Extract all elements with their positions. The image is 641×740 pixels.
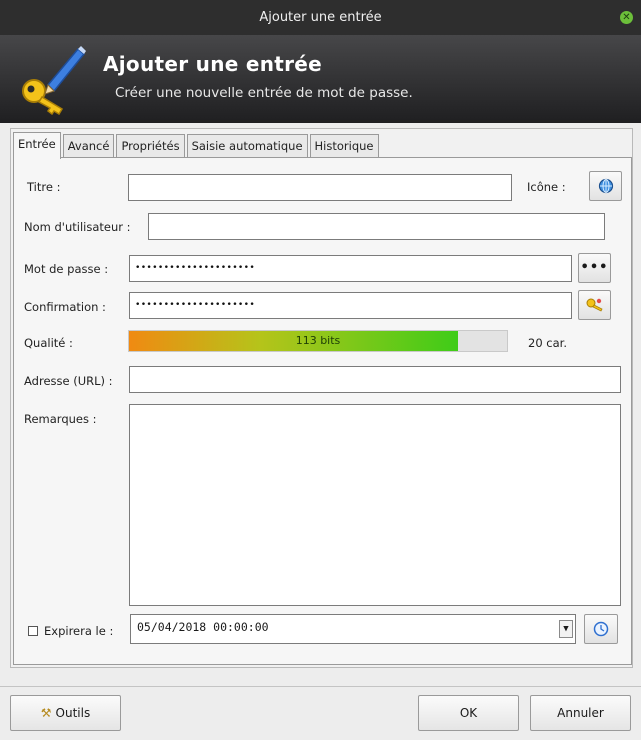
- close-icon[interactable]: ✕: [620, 11, 633, 24]
- dots-icon: •••: [580, 260, 609, 275]
- expires-label: Expirera le :: [44, 624, 114, 638]
- banner-title: Ajouter une entrée: [103, 52, 323, 76]
- tab-saisie-automatique[interactable]: Saisie automatique: [186, 134, 308, 158]
- tab-proprietes[interactable]: Propriétés: [116, 134, 185, 158]
- password-label: Mot de passe :: [24, 262, 109, 276]
- tab-strip: Entrée Avancé Propriétés Saisie automati…: [13, 132, 381, 159]
- quality-bar: 113 bits: [128, 330, 508, 352]
- entry-icon-button[interactable]: [589, 171, 622, 201]
- icon-label: Icône :: [527, 180, 566, 194]
- username-label: Nom d'utilisateur :: [24, 220, 131, 234]
- username-field[interactable]: [148, 213, 605, 240]
- notes-field[interactable]: [129, 404, 621, 606]
- expires-checkbox[interactable]: [28, 626, 38, 636]
- wrench-icon: ⚒: [40, 706, 52, 720]
- dialog-banner: Ajouter une entrée Créer une nouvelle en…: [0, 35, 641, 123]
- ok-button[interactable]: OK: [418, 695, 519, 731]
- cancel-button[interactable]: Annuler: [530, 695, 631, 731]
- expires-datetime[interactable]: 05/04/2018 00:00:00 ▼: [130, 614, 576, 644]
- title-field[interactable]: [128, 174, 512, 201]
- expires-preset-button[interactable]: [584, 614, 618, 644]
- url-field[interactable]: [129, 366, 621, 393]
- quality-label: Qualité :: [24, 336, 73, 350]
- key-pen-icon: [22, 46, 86, 115]
- tab-historique[interactable]: Historique: [309, 134, 379, 158]
- char-count: 20 car.: [528, 336, 567, 350]
- banner-subtitle: Créer une nouvelle entrée de mot de pass…: [115, 85, 413, 101]
- generate-password-button[interactable]: [578, 290, 611, 320]
- url-label: Adresse (URL) :: [24, 374, 113, 388]
- key-generate-icon: [586, 298, 603, 312]
- tools-label: Outils: [55, 706, 91, 720]
- tab-avance[interactable]: Avancé: [62, 134, 115, 158]
- window-title: Ajouter une entrée: [259, 10, 382, 25]
- confirm-field[interactable]: •••••••••••••••••••••: [129, 292, 572, 319]
- title-label: Titre :: [27, 180, 61, 194]
- clock-icon: [593, 621, 609, 637]
- notes-label: Remarques :: [24, 412, 97, 426]
- show-password-button[interactable]: •••: [578, 253, 611, 283]
- chevron-down-icon[interactable]: ▼: [559, 620, 573, 638]
- footer-separator: [0, 686, 641, 687]
- confirm-label: Confirmation :: [24, 300, 106, 314]
- window-titlebar: Ajouter une entrée ✕: [0, 0, 641, 35]
- quality-bits: 113 bits: [295, 334, 341, 347]
- expires-value: 05/04/2018 00:00:00: [137, 620, 269, 634]
- tab-entree[interactable]: Entrée: [13, 132, 61, 159]
- globe-key-icon: [598, 178, 613, 194]
- tools-button[interactable]: ⚒ Outils: [10, 695, 121, 731]
- password-field[interactable]: •••••••••••••••••••••: [129, 255, 572, 282]
